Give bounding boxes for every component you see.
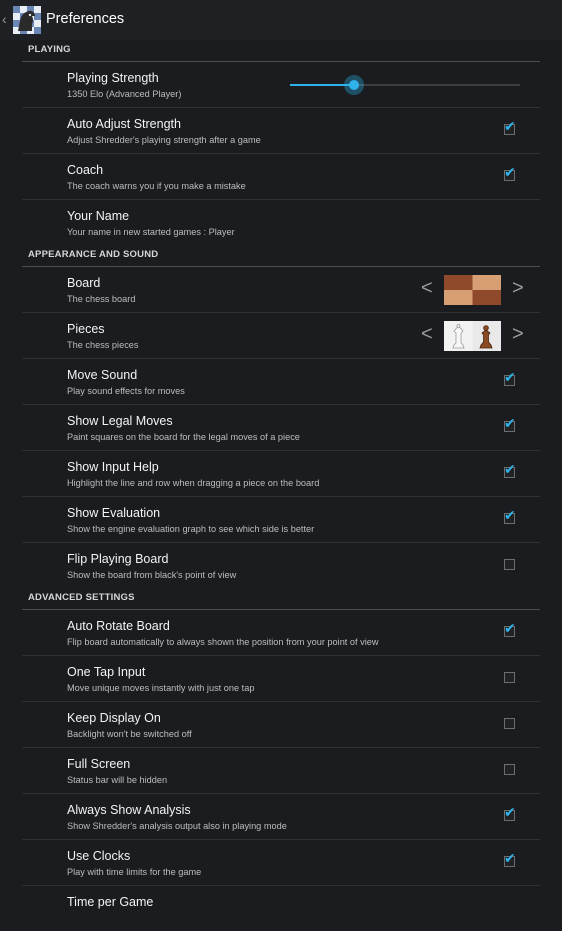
- auto-rotate-checkbox[interactable]: ✔: [504, 622, 516, 637]
- full-screen-checkbox[interactable]: ✔: [504, 764, 515, 775]
- pref-summary: Backlight won't be switched off: [67, 729, 192, 739]
- pref-show-evaluation[interactable]: Show Evaluation Show the engine evaluati…: [22, 497, 540, 543]
- keep-display-checkbox[interactable]: ✔: [504, 718, 515, 729]
- pref-use-clocks[interactable]: Use Clocks Play with time limits for the…: [22, 840, 540, 886]
- pref-summary: Move unique moves instantly with just on…: [67, 683, 255, 693]
- legal-moves-checkbox[interactable]: ✔: [504, 417, 516, 432]
- pref-auto-rotate-board[interactable]: Auto Rotate Board Flip board automatical…: [22, 610, 540, 656]
- checkmark-icon: ✔: [504, 462, 516, 478]
- pref-playing-strength[interactable]: Playing Strength 1350 Elo (Advanced Play…: [22, 62, 540, 108]
- section-label: APPEARANCE AND SOUND: [28, 249, 159, 260]
- pref-summary: Adjust Shredder's playing strength after…: [67, 135, 261, 145]
- section-header-advanced: ADVANCED SETTINGS: [22, 588, 540, 610]
- pref-title: Full Screen: [67, 757, 131, 771]
- use-clocks-checkbox[interactable]: ✔: [504, 852, 516, 867]
- board-prev-arrow[interactable]: <: [421, 278, 433, 298]
- pref-title: Coach: [67, 163, 104, 177]
- pref-title: Move Sound: [67, 368, 138, 382]
- pref-title: One Tap Input: [67, 665, 146, 679]
- checkmark-icon: ✔: [504, 119, 516, 135]
- pref-summary: Show Shredder's analysis output also in …: [67, 821, 287, 831]
- pref-show-input-help[interactable]: Show Input Help Highlight the line and r…: [22, 451, 540, 497]
- page-title: Preferences: [46, 11, 125, 27]
- always-analysis-checkbox[interactable]: ✔: [504, 806, 516, 821]
- section-label: PLAYING: [28, 44, 71, 55]
- pieces-prev-arrow[interactable]: <: [421, 324, 433, 344]
- pref-title: Keep Display On: [67, 711, 161, 725]
- pref-title: Playing Strength: [67, 71, 159, 85]
- pref-title: Always Show Analysis: [67, 803, 191, 817]
- pref-one-tap-input[interactable]: One Tap Input Move unique moves instantl…: [22, 656, 540, 702]
- strength-slider[interactable]: [290, 75, 520, 95]
- pref-title: Show Evaluation: [67, 506, 161, 520]
- pref-title: Auto Adjust Strength: [67, 117, 181, 131]
- board-preview-image: [444, 275, 501, 305]
- pref-always-show-analysis[interactable]: Always Show Analysis Show Shredder's ana…: [22, 794, 540, 840]
- checkmark-icon: ✔: [504, 851, 516, 867]
- pref-summary: Play with time limits for the game: [67, 867, 202, 877]
- pref-summary: The coach warns you if you make a mistak…: [67, 181, 246, 191]
- evaluation-checkbox[interactable]: ✔: [504, 509, 516, 524]
- checkmark-icon: ✔: [504, 370, 516, 386]
- pref-summary: Show the engine evaluation graph to see …: [67, 524, 315, 534]
- input-help-checkbox[interactable]: ✔: [504, 463, 516, 478]
- auto-adjust-checkbox[interactable]: ✔: [504, 120, 516, 135]
- pref-full-screen[interactable]: Full Screen Status bar will be hidden ✔: [22, 748, 540, 794]
- pref-title: Board: [67, 276, 101, 290]
- action-bar: ‹ Preferences: [0, 0, 562, 40]
- pieces-next-arrow[interactable]: >: [512, 324, 524, 344]
- checkmark-icon: ✔: [504, 165, 516, 181]
- pref-summary: Highlight the line and row when dragging…: [67, 478, 320, 488]
- pref-summary: 1350 Elo (Advanced Player): [67, 89, 182, 99]
- pref-title: Show Input Help: [67, 460, 159, 474]
- pref-board[interactable]: Board The chess board < >: [22, 267, 540, 313]
- section-label: ADVANCED SETTINGS: [28, 592, 135, 603]
- pref-summary: Status bar will be hidden: [67, 775, 168, 785]
- pref-title: Flip Playing Board: [67, 552, 169, 566]
- pieces-preview-image: [444, 321, 501, 351]
- pref-flip-playing-board[interactable]: Flip Playing Board Show the board from b…: [22, 543, 540, 588]
- checkmark-icon: ✔: [504, 416, 516, 432]
- pref-title: Auto Rotate Board: [67, 619, 170, 633]
- pref-coach[interactable]: Coach The coach warns you if you make a …: [22, 154, 540, 200]
- pref-summary: Play sound effects for moves: [67, 386, 185, 396]
- board-next-arrow[interactable]: >: [512, 278, 524, 298]
- flip-board-checkbox[interactable]: ✔: [504, 559, 515, 570]
- pref-title: Use Clocks: [67, 849, 131, 863]
- coach-checkbox[interactable]: ✔: [504, 166, 516, 181]
- slider-thumb[interactable]: [344, 75, 364, 95]
- checkmark-icon: ✔: [504, 621, 516, 637]
- pref-title: Your Name: [67, 209, 130, 223]
- pref-show-legal-moves[interactable]: Show Legal Moves Paint squares on the bo…: [22, 405, 540, 451]
- pref-summary: The chess board: [67, 294, 136, 304]
- move-sound-checkbox[interactable]: ✔: [504, 371, 516, 386]
- pref-title: Pieces: [67, 322, 105, 336]
- chess-app-icon[interactable]: [12, 4, 42, 36]
- pref-summary: Your name in new started games : Player: [67, 227, 235, 237]
- pref-title: Show Legal Moves: [67, 414, 173, 428]
- pref-time-per-game[interactable]: Time per Game: [22, 886, 540, 931]
- pref-title: Time per Game: [67, 895, 154, 909]
- preferences-list: PLAYING Playing Strength 1350 Elo (Advan…: [0, 40, 562, 931]
- one-tap-checkbox[interactable]: ✔: [504, 672, 515, 683]
- pref-summary: Show the board from black's point of vie…: [67, 570, 237, 580]
- pref-pieces[interactable]: Pieces The chess pieces < >: [22, 313, 540, 359]
- checkmark-icon: ✔: [504, 805, 516, 821]
- pref-move-sound[interactable]: Move Sound Play sound effects for moves …: [22, 359, 540, 405]
- pref-your-name[interactable]: Your Name Your name in new started games…: [22, 200, 540, 245]
- section-header-appearance: APPEARANCE AND SOUND: [22, 245, 540, 267]
- pref-auto-adjust-strength[interactable]: Auto Adjust Strength Adjust Shredder's p…: [22, 108, 540, 154]
- back-caret-icon[interactable]: ‹: [2, 11, 7, 27]
- checkmark-icon: ✔: [504, 508, 516, 524]
- section-header-playing: PLAYING: [22, 40, 540, 62]
- pref-keep-display-on[interactable]: Keep Display On Backlight won't be switc…: [22, 702, 540, 748]
- pref-summary: Flip board automatically to always shown…: [67, 637, 379, 647]
- pref-summary: Paint squares on the board for the legal…: [67, 432, 300, 442]
- pref-summary: The chess pieces: [67, 340, 139, 350]
